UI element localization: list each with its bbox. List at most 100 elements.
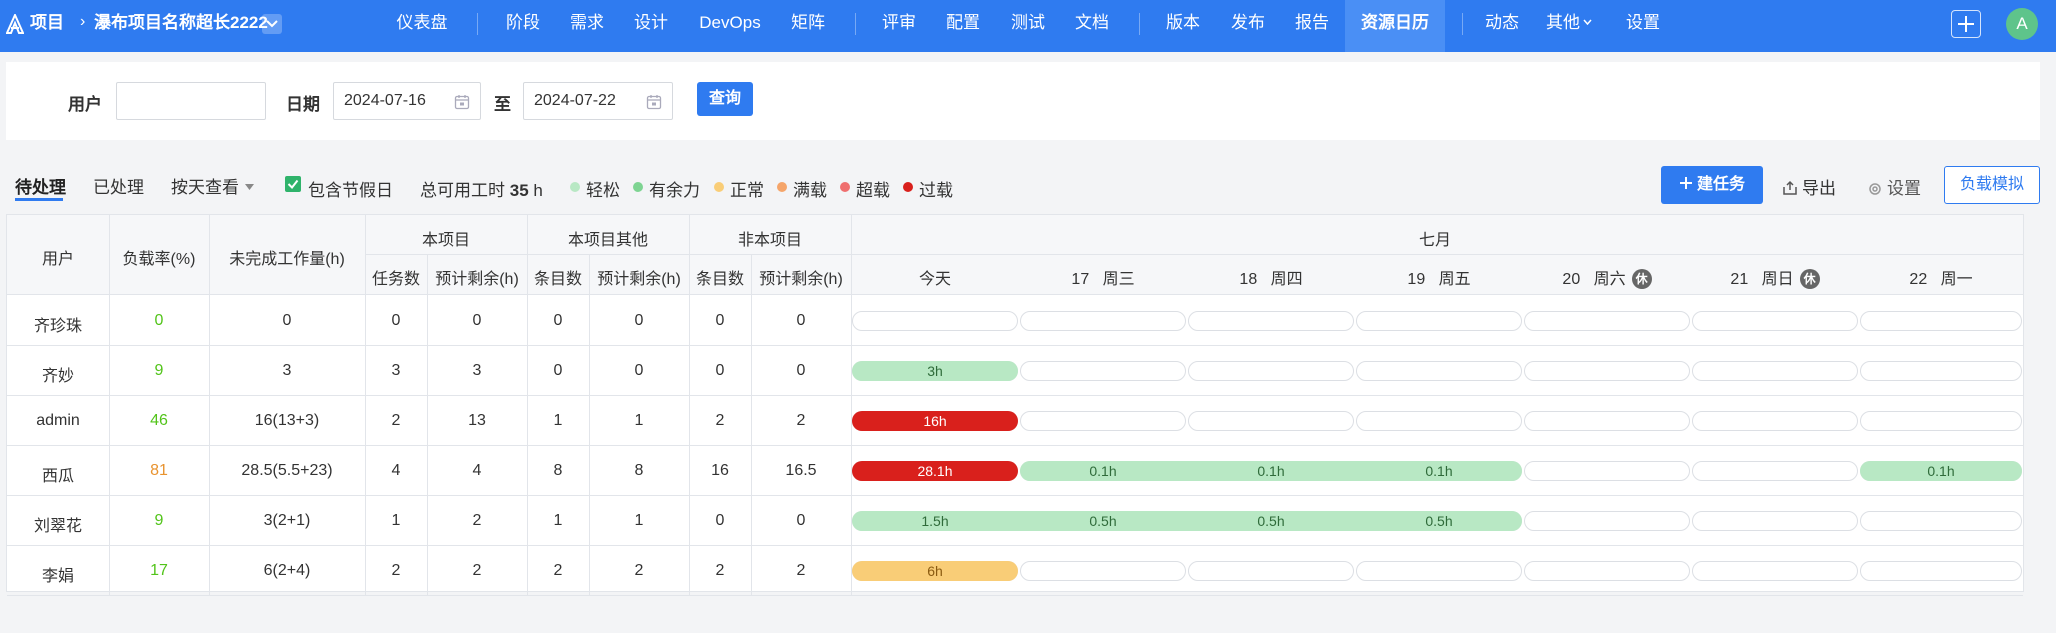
load-bar[interactable]: 1.5h 0.5h 0.5h 0.5h: [852, 511, 1522, 531]
nav-test[interactable]: 测试: [1008, 0, 1048, 52]
day-slot[interactable]: [1692, 511, 1858, 531]
cell-load-rate: 9: [154, 362, 164, 379]
cell-est-remaining: 0: [634, 362, 644, 379]
day-date: 20: [1562, 271, 1581, 288]
load-bar[interactable]: 28.1h: [852, 461, 1018, 481]
nav-settings[interactable]: 设置: [1623, 0, 1663, 52]
nav-resource-calendar[interactable]: 资源日历: [1345, 0, 1445, 52]
day-date: 22: [1909, 271, 1928, 288]
tab-pending[interactable]: 待处理: [15, 173, 66, 198]
day-slot[interactable]: [1524, 311, 1690, 331]
cell-est-remaining: 8: [634, 462, 644, 479]
day-slot[interactable]: [1860, 411, 2022, 431]
load-bar-label: 0.1h: [1257, 463, 1285, 479]
day-slot[interactable]: [1524, 511, 1690, 531]
add-button[interactable]: [1951, 10, 1981, 38]
cell-user[interactable]: 齐珍珠: [7, 312, 109, 336]
column-divider: [527, 395, 528, 445]
user-input[interactable]: [116, 82, 266, 120]
export-button[interactable]: 导出: [1782, 174, 1836, 199]
tab-processed[interactable]: 已处理: [93, 173, 144, 198]
cell-user[interactable]: admin: [7, 412, 109, 430]
column-divider: [689, 295, 690, 345]
caret-down-icon: [245, 184, 254, 190]
day-slot[interactable]: [1020, 561, 1186, 581]
avatar[interactable]: A: [2006, 8, 2038, 40]
end-date-input[interactable]: 2024-07-22: [523, 82, 673, 120]
day-slot[interactable]: [1692, 361, 1858, 381]
column-divider: [109, 445, 110, 495]
column-divider: [851, 495, 852, 545]
day-slot[interactable]: [1020, 311, 1186, 331]
load-bar[interactable]: 3h: [852, 361, 1018, 381]
day-slot[interactable]: [1692, 311, 1858, 331]
day-slot[interactable]: [1020, 411, 1186, 431]
nav-matrix[interactable]: 矩阵: [788, 0, 828, 52]
nav-design[interactable]: 设计: [631, 0, 671, 52]
query-button[interactable]: 查询: [697, 82, 753, 116]
cell-est-remaining: 0: [796, 362, 806, 379]
cell-user[interactable]: 西瓜: [7, 462, 109, 486]
nav-review[interactable]: 评审: [879, 0, 919, 52]
day-slot[interactable]: [1188, 361, 1354, 381]
day-slot[interactable]: [1188, 561, 1354, 581]
settings-button[interactable]: 设置: [1868, 174, 1921, 199]
load-bar[interactable]: 0.1h 0.1h 0.1h: [1020, 461, 1522, 481]
day-slot[interactable]: [1860, 311, 2022, 331]
view-by-dropdown[interactable]: 按天查看: [171, 173, 254, 198]
day-header: 22 周一: [1859, 265, 2023, 289]
nav-release[interactable]: 发布: [1228, 0, 1268, 52]
day-slot[interactable]: [1860, 511, 2022, 531]
nav-activity[interactable]: 动态: [1482, 0, 1522, 52]
day-slot[interactable]: [1524, 361, 1690, 381]
day-slot[interactable]: [1356, 311, 1522, 331]
day-slot[interactable]: [1524, 411, 1690, 431]
nav-docs[interactable]: 文档: [1072, 0, 1112, 52]
cell-user[interactable]: 刘翠花: [7, 512, 109, 536]
cell-task-count: 2: [391, 562, 401, 579]
day-slot[interactable]: [852, 311, 1018, 331]
project-dropdown-button[interactable]: [262, 14, 282, 34]
day-slot[interactable]: [1692, 461, 1858, 481]
breadcrumb-project[interactable]: 项目: [30, 0, 64, 52]
column-divider: [851, 345, 852, 395]
day-slot[interactable]: [1692, 561, 1858, 581]
nav-report[interactable]: 报告: [1292, 0, 1332, 52]
day-slot[interactable]: [1524, 461, 1690, 481]
day-slot[interactable]: [1356, 411, 1522, 431]
day-slot[interactable]: [1188, 311, 1354, 331]
nav-config[interactable]: 配置: [943, 0, 983, 52]
column-divider: [365, 445, 366, 495]
check-icon: [287, 179, 299, 190]
day-slot[interactable]: [1356, 561, 1522, 581]
cell-user[interactable]: 李娟: [7, 562, 109, 586]
day-slot[interactable]: [1356, 361, 1522, 381]
project-name[interactable]: 瀑布项目名称超长2222: [94, 0, 268, 52]
column-divider: [589, 395, 590, 445]
day-slot[interactable]: [1020, 361, 1186, 381]
filter-panel: 用户 日期 2024-07-16 至 2024-07-22 查询: [6, 62, 2040, 140]
include-holiday-checkbox[interactable]: [285, 176, 301, 192]
day-slot[interactable]: [1860, 361, 2022, 381]
day-slot[interactable]: [1188, 411, 1354, 431]
nav-devops[interactable]: DevOps: [695, 0, 765, 52]
day-slot[interactable]: [1692, 411, 1858, 431]
nav-dashboard[interactable]: 仪表盘: [392, 0, 452, 52]
new-task-button[interactable]: 建任务: [1661, 166, 1763, 204]
load-bar[interactable]: 0.1h: [1860, 461, 2022, 481]
column-divider: [427, 445, 428, 495]
load-simulation-button[interactable]: 负载模拟: [1944, 166, 2040, 204]
cell-user[interactable]: 齐妙: [7, 362, 109, 386]
nav-version[interactable]: 版本: [1163, 0, 1203, 52]
nav-more[interactable]: 其他: [1546, 0, 1602, 52]
nav-phase[interactable]: 阶段: [503, 0, 543, 52]
start-date-input[interactable]: 2024-07-16: [333, 82, 481, 120]
load-bar[interactable]: 16h: [852, 411, 1018, 431]
legend-dot-spare: [633, 182, 643, 192]
cell-est-remaining: 16.5: [785, 462, 817, 479]
day-slot[interactable]: [1860, 561, 2022, 581]
load-bar-label: 0.1h: [1089, 463, 1117, 479]
load-bar[interactable]: 6h: [852, 561, 1018, 581]
nav-requirement[interactable]: 需求: [567, 0, 607, 52]
day-slot[interactable]: [1524, 561, 1690, 581]
